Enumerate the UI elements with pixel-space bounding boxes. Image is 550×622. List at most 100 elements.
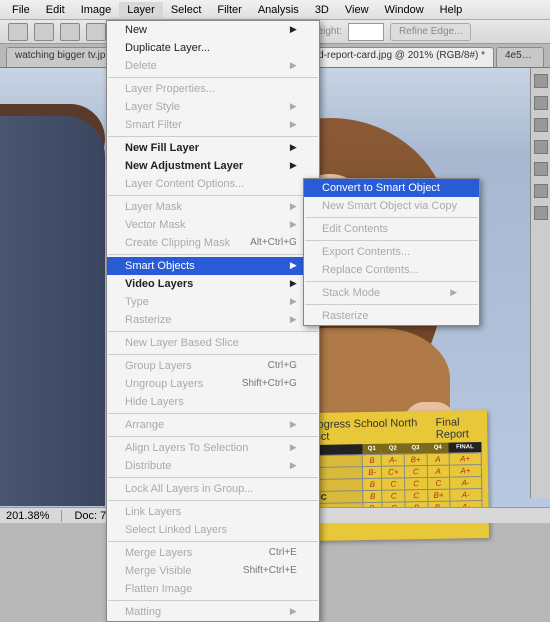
card-grade: B- [362,466,381,478]
menu-separator [108,77,318,78]
menu-separator [108,541,318,542]
selection-add-icon[interactable] [60,23,80,41]
submenu-edit-contents[interactable]: Edit Contents [304,220,479,238]
card-title: Final Report [436,416,482,441]
layer-menu-content-opts[interactable]: Layer Content Options... [107,175,319,193]
menu-view[interactable]: View [337,2,377,18]
layer-menu-rasterize[interactable]: Rasterize▶ [107,311,319,329]
card-col-q4: Q4 [426,443,448,454]
layer-menu-duplicate[interactable]: Duplicate Layer... [107,39,319,57]
submenu-convert[interactable]: Convert to Smart Object [304,179,479,197]
layer-menu-group[interactable]: Group LayersCtrl+G [107,357,319,375]
menu-layer[interactable]: Layer [119,2,163,18]
palette-icon-2[interactable] [534,96,548,110]
layer-menu-properties[interactable]: Layer Properties... [107,80,319,98]
status-zoom[interactable]: 201.38% [6,510,49,522]
submenu-rasterize[interactable]: Rasterize [304,307,479,325]
right-palette [530,68,550,498]
layer-menu-merge[interactable]: Merge LayersCtrl+E [107,544,319,562]
layer-menu-merge-visible[interactable]: Merge VisibleShift+Ctrl+E [107,562,319,580]
card-grade: B [363,478,382,490]
layer-menu-layer-slice[interactable]: New Layer Based Slice [107,334,319,352]
layer-menu-layer-mask[interactable]: Layer Mask▶ [107,198,319,216]
layer-menu-flatten[interactable]: Flatten Image [107,580,319,598]
layer-menu-ungroup[interactable]: Ungroup LayersShift+Ctrl+G [107,375,319,393]
menu-separator [108,354,318,355]
layer-menu-lock-all[interactable]: Lock All Layers in Group... [107,480,319,498]
card-grade: B [363,490,382,502]
menu-edit[interactable]: Edit [38,2,73,18]
menu-image[interactable]: Image [73,2,120,18]
menu-file[interactable]: File [4,2,38,18]
menu-help[interactable]: Help [432,2,471,18]
menubar: File Edit Image Layer Select Filter Anal… [0,0,550,20]
menu-3d[interactable]: 3D [307,2,337,18]
menu-filter[interactable]: Filter [209,2,249,18]
layer-menu-arrange[interactable]: Arrange▶ [107,416,319,434]
menu-separator [305,281,478,282]
card-grade: C [405,466,427,478]
menu-separator [108,331,318,332]
card-grade: C [382,490,405,502]
menu-analysis[interactable]: Analysis [250,2,307,18]
submenu-via-copy[interactable]: New Smart Object via Copy [304,197,479,215]
card-grade: C [405,478,427,490]
refine-edge-button[interactable]: Refine Edge... [390,23,471,41]
palette-icon-3[interactable] [534,118,548,132]
card-grade: C [427,477,449,489]
photo-bystander [0,116,105,506]
menu-separator [108,195,318,196]
card-col-q3: Q3 [404,443,426,454]
card-col-q1: Q1 [362,444,381,455]
menu-separator [108,413,318,414]
menu-select[interactable]: Select [163,2,210,18]
submenu-export[interactable]: Export Contents... [304,243,479,261]
card-grade: B [362,454,381,466]
card-grade: A [427,453,449,465]
submenu-stack-mode[interactable]: Stack Mode▶ [304,284,479,302]
menu-separator [108,477,318,478]
layer-menu-new-fill[interactable]: New Fill Layer▶ [107,139,319,157]
card-grade: A- [449,477,481,490]
layer-menu-distribute[interactable]: Distribute▶ [107,457,319,475]
card-grade: A- [381,454,404,466]
layer-menu-matting[interactable]: Matting▶ [107,603,319,621]
menu-window[interactable]: Window [377,2,432,18]
layer-menu-style[interactable]: Layer Style▶ [107,98,319,116]
layer-menu-select-linked[interactable]: Select Linked Layers [107,521,319,539]
card-col-q2: Q2 [381,443,404,454]
layer-menu-delete[interactable]: Delete▶ [107,57,319,75]
layer-menu-hide[interactable]: Hide Layers [107,393,319,411]
smart-objects-submenu: Convert to Smart Object New Smart Object… [303,178,480,326]
layer-menu-new[interactable]: New▶ [107,21,319,39]
palette-icon-1[interactable] [534,74,548,88]
layer-menu-video-layers[interactable]: Video Layers▶ [107,275,319,293]
layer-menu-link[interactable]: Link Layers [107,503,319,521]
layer-menu-vector-mask[interactable]: Vector Mask▶ [107,216,319,234]
layer-menu-clip-mask[interactable]: Create Clipping MaskAlt+Ctrl+G [107,234,319,252]
layer-menu-smart-filter[interactable]: Smart Filter▶ [107,116,319,134]
palette-icon-5[interactable] [534,162,548,176]
palette-icon-7[interactable] [534,206,548,220]
tab-inactive-2[interactable]: 4e54... [496,47,544,67]
submenu-replace[interactable]: Replace Contents... [304,261,479,279]
height-input[interactable] [348,23,384,41]
palette-icon-4[interactable] [534,140,548,154]
layer-menu-align[interactable]: Align Layers To Selection▶ [107,439,319,457]
card-grade: B+ [404,454,426,466]
menu-separator [305,217,478,218]
crop-tool-icon[interactable] [8,23,28,41]
card-grade: C [405,490,427,502]
selection-type-icon[interactable] [34,23,54,41]
card-col-final: FINAL [449,442,481,453]
card-grade: A [427,465,449,477]
layer-menu-smart-objects[interactable]: Smart Objects▶ [107,257,319,275]
layer-menu-new-adj[interactable]: New Adjustment Layer▶ [107,157,319,175]
menu-separator [108,136,318,137]
layer-menu-type[interactable]: Type▶ [107,293,319,311]
status-separator [61,510,62,522]
selection-sub-icon[interactable] [86,23,106,41]
card-grade: A- [450,489,482,502]
palette-icon-6[interactable] [534,184,548,198]
layer-menu: New▶ Duplicate Layer... Delete▶ Layer Pr… [106,20,320,622]
